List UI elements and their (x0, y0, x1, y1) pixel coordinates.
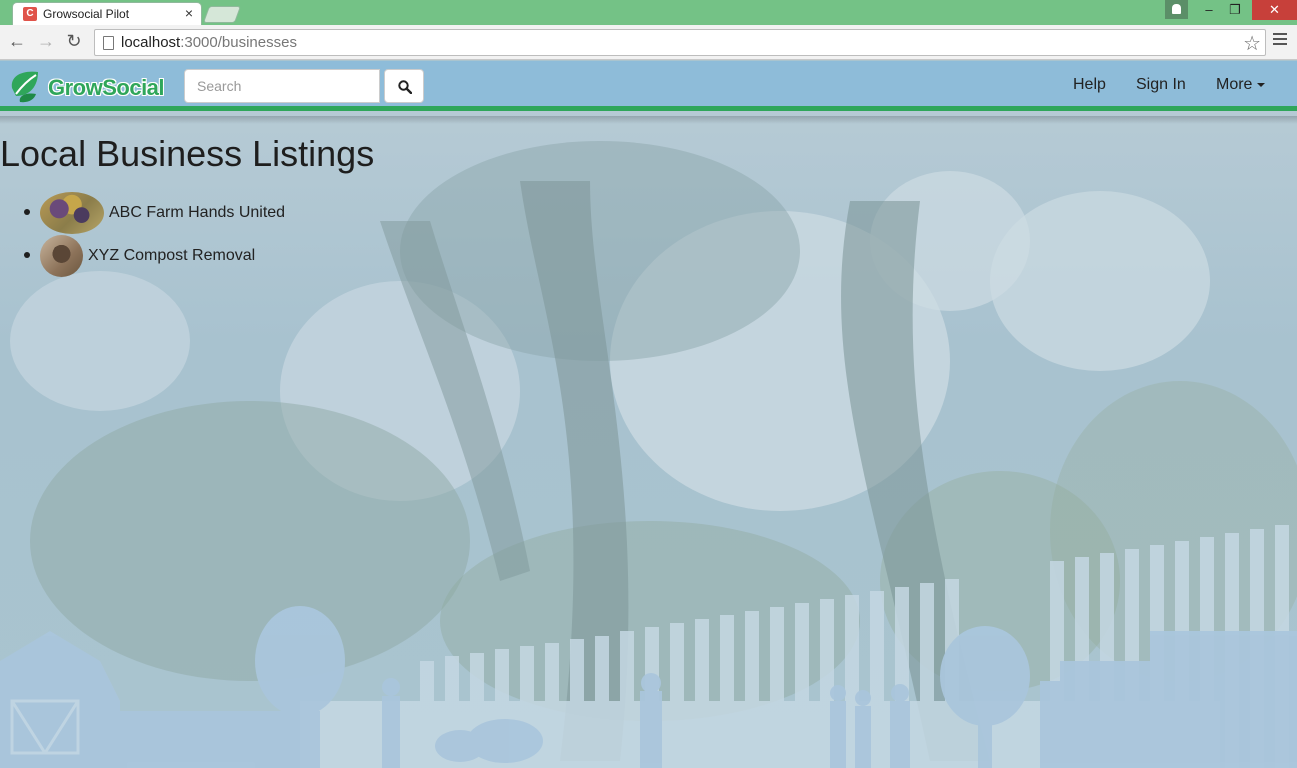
list-item: ABC Farm Hands United (20, 191, 285, 234)
nav-more-label: More (1216, 76, 1253, 93)
browser-tab-active[interactable]: C Growsocial Pilot × (12, 2, 202, 25)
bullet-icon (24, 252, 30, 258)
nav-help-link[interactable]: Help (1073, 76, 1106, 94)
minimize-button[interactable]: – (1196, 0, 1222, 20)
search-input[interactable] (184, 69, 380, 103)
back-arrow-icon[interactable]: ← (6, 31, 28, 52)
new-tab-button[interactable] (202, 6, 242, 23)
forward-arrow-icon[interactable]: → (35, 31, 57, 52)
brand-logo[interactable]: GrowSocial (8, 70, 165, 104)
tab-title: Growsocial Pilot (43, 7, 130, 21)
reload-icon[interactable]: ↻ (63, 31, 85, 52)
business-thumbnail[interactable] (40, 234, 83, 277)
address-bar[interactable]: localhost:3000/businesses ☆ (94, 29, 1266, 56)
page-content: GrowSocial Help Sign In More Local Busin… (0, 61, 1297, 768)
bullet-icon (24, 209, 30, 215)
url-host: localhost (121, 34, 181, 51)
search-icon (398, 80, 412, 94)
bookmark-star-icon[interactable]: ☆ (1243, 31, 1261, 56)
leaf-logo-icon (11, 71, 38, 103)
page-icon (103, 36, 114, 50)
close-window-button[interactable]: ✕ (1252, 0, 1297, 20)
browser-toolbar: ← → ↻ localhost:3000/businesses ☆ (0, 25, 1297, 60)
site-navbar: GrowSocial Help Sign In More (0, 61, 1297, 111)
profile-icon[interactable] (1165, 0, 1188, 19)
brand-name[interactable]: GrowSocial (48, 75, 165, 101)
nav-sign-in-link[interactable]: Sign In (1136, 76, 1186, 94)
url-text[interactable]: localhost:3000/businesses (121, 34, 297, 51)
business-link[interactable]: ABC Farm Hands United (109, 204, 285, 222)
business-thumbnail[interactable] (40, 191, 104, 234)
browser-titlebar: C Growsocial Pilot × – ❐ ✕ (0, 0, 1297, 25)
url-path: :3000/businesses (180, 34, 297, 51)
search-button[interactable] (384, 69, 424, 103)
browser-menu-icon[interactable] (1273, 33, 1287, 48)
tab-close-icon[interactable]: × (185, 5, 193, 21)
nav-more-dropdown[interactable]: More (1216, 76, 1266, 94)
navbar-shadow (0, 116, 1297, 124)
caret-down-icon (1257, 82, 1266, 87)
list-item: XYZ Compost Removal (20, 234, 285, 277)
tab-favicon-icon: C (23, 7, 37, 21)
business-link[interactable]: XYZ Compost Removal (88, 247, 255, 265)
restore-button[interactable]: ❐ (1222, 0, 1248, 20)
page-title: Local Business Listings (0, 133, 375, 174)
business-list: ABC Farm Hands United XYZ Compost Remova… (20, 191, 285, 277)
